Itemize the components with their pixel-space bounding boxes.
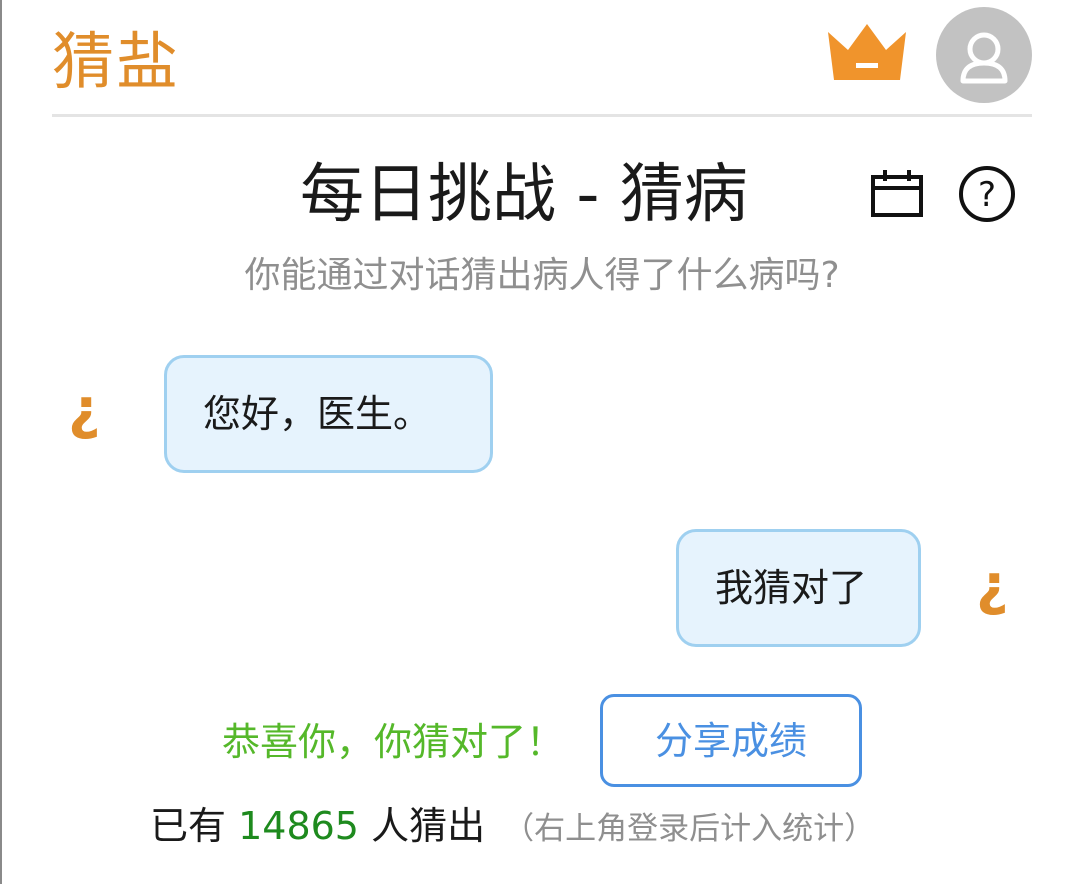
- calendar-icon[interactable]: [870, 168, 924, 220]
- app-title: 猜盐: [52, 25, 181, 98]
- question-circle-icon[interactable]: ?: [957, 164, 1017, 224]
- message-text: 我猜对了: [715, 566, 868, 610]
- stats-prefix: 已有: [150, 804, 239, 848]
- message-text: 您好，医生。: [203, 392, 432, 436]
- user-message-bubble: 我猜对了: [676, 529, 921, 647]
- user-icon: [960, 32, 1008, 84]
- solver-stats: 已有 14865 人猜出 （右上角登录后计入统计）: [150, 798, 875, 857]
- patient-message-bubble: 您好，医生。: [164, 355, 493, 473]
- login-note: （右上角登录后计入统计）: [503, 811, 876, 847]
- crown-icon[interactable]: [824, 20, 910, 86]
- challenge-title: 每日挑战 - 猜病: [300, 158, 748, 232]
- user-avatar-button[interactable]: [936, 7, 1032, 103]
- header-divider: [52, 114, 1032, 117]
- stats-suffix: 人猜出: [358, 804, 486, 848]
- solver-count: 14865: [238, 804, 359, 848]
- share-button[interactable]: 分享成绩: [600, 694, 862, 787]
- user-avatar-icon: ¿: [976, 553, 1009, 618]
- patient-avatar-icon: ¿: [68, 377, 101, 442]
- congrats-message: 恭喜你，你猜对了！: [222, 720, 565, 764]
- challenge-subtitle: 你能通过对话猜出病人得了什么病吗?: [244, 255, 840, 296]
- svg-text:?: ?: [978, 175, 996, 215]
- page: 猜盐 每日挑战 - 猜病 ? 你能通过对话猜出病人得了什么病吗? ¿ 您好，医生: [0, 0, 1080, 884]
